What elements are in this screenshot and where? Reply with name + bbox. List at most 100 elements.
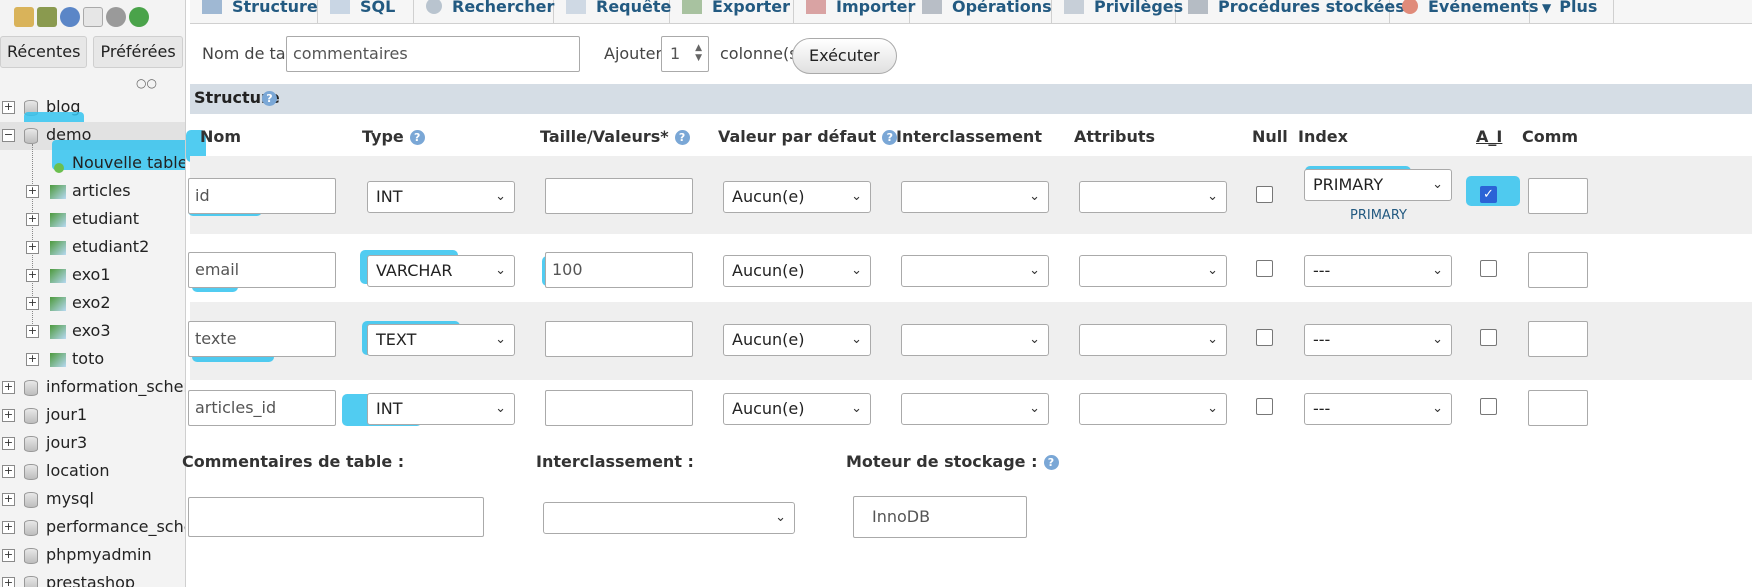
db-item-mysql[interactable]: + mysql: [0, 486, 185, 514]
reload-icon[interactable]: [129, 7, 149, 27]
recent-tab[interactable]: Récentes: [0, 36, 88, 68]
size-input[interactable]: [545, 321, 693, 357]
tab-routines[interactable]: Procédures stockées: [1176, 0, 1405, 24]
comments-input[interactable]: [1528, 178, 1588, 214]
expand-icon[interactable]: +: [26, 269, 39, 282]
table-label[interactable]: articles: [72, 181, 131, 200]
type-select[interactable]: VARCHAR ⌄: [367, 255, 515, 287]
table-item-exo2[interactable]: + exo2: [0, 290, 185, 318]
tab-more[interactable]: ▼ Plus: [1530, 0, 1614, 24]
column-name-input[interactable]: email: [188, 252, 336, 288]
help-icon[interactable]: ?: [262, 91, 277, 106]
tab-query[interactable]: Requête: [554, 0, 671, 24]
type-select[interactable]: INT ⌄: [367, 393, 515, 425]
tab-search[interactable]: Rechercher: [414, 0, 554, 24]
db-label[interactable]: mysql: [46, 489, 94, 508]
column-name-input[interactable]: texte: [188, 321, 336, 357]
new-table-item[interactable]: Nouvelle table: [0, 150, 185, 178]
docs-icon[interactable]: [83, 7, 103, 27]
db-label[interactable]: jour3: [46, 433, 87, 452]
db-label[interactable]: performance_schem: [46, 517, 185, 536]
expand-icon[interactable]: +: [2, 577, 15, 587]
null-checkbox[interactable]: [1256, 260, 1273, 277]
attributes-select[interactable]: ⌄: [1079, 393, 1227, 425]
table-label[interactable]: exo2: [72, 293, 111, 312]
ai-checkbox[interactable]: [1480, 260, 1497, 277]
expand-icon[interactable]: +: [2, 437, 15, 450]
tab-events[interactable]: Événements: [1390, 0, 1539, 24]
comments-input[interactable]: [1528, 321, 1588, 357]
expand-icon[interactable]: +: [2, 493, 15, 506]
help-icon[interactable]: [60, 7, 80, 27]
table-item-etudiant[interactable]: + etudiant: [0, 206, 185, 234]
expand-icon[interactable]: +: [26, 353, 39, 366]
favorites-tab[interactable]: Préférées: [93, 36, 183, 68]
expand-icon[interactable]: +: [26, 297, 39, 310]
attributes-select[interactable]: ⌄: [1079, 255, 1227, 287]
table-label[interactable]: etudiant: [72, 209, 139, 228]
ai-checkbox[interactable]: [1480, 329, 1497, 346]
expand-icon[interactable]: +: [2, 381, 15, 394]
spinner-icon[interactable]: ▲ ▼: [695, 43, 702, 63]
default-select[interactable]: Aucun(e) ⌄: [723, 393, 871, 425]
column-count-input[interactable]: 1 ▲ ▼: [661, 36, 709, 72]
index-select[interactable]: --- ⌄: [1304, 255, 1452, 287]
size-input[interactable]: [545, 178, 693, 214]
db-label[interactable]: jour1: [46, 405, 87, 424]
expand-icon[interactable]: +: [26, 213, 39, 226]
null-checkbox[interactable]: [1256, 398, 1273, 415]
new-table-label[interactable]: Nouvelle table: [72, 153, 185, 172]
db-label[interactable]: phpmyadmin: [46, 545, 152, 564]
comments-input[interactable]: [1528, 390, 1588, 426]
table-name-input[interactable]: commentaires: [286, 36, 580, 72]
expand-icon[interactable]: +: [2, 101, 15, 114]
logout-icon[interactable]: [37, 7, 57, 27]
ai-checkbox-checked[interactable]: ✓: [1480, 186, 1497, 203]
comments-input[interactable]: [1528, 252, 1588, 288]
size-input[interactable]: 100: [545, 252, 693, 288]
attributes-select[interactable]: ⌄: [1079, 324, 1227, 356]
collation-select[interactable]: ⌄: [901, 393, 1049, 425]
help-icon[interactable]: ?: [674, 130, 690, 145]
expand-icon[interactable]: +: [2, 409, 15, 422]
column-name-input[interactable]: id: [188, 178, 336, 214]
table-item-articles[interactable]: + articles: [0, 178, 185, 206]
execute-button[interactable]: Exécuter: [792, 38, 897, 74]
expand-icon[interactable]: +: [26, 325, 39, 338]
column-name-input[interactable]: articles_id: [188, 390, 336, 426]
expand-icon[interactable]: +: [26, 185, 39, 198]
table-item-toto[interactable]: + toto: [0, 346, 185, 374]
tab-privileges[interactable]: Privilèges: [1052, 0, 1183, 24]
tab-import[interactable]: Importer: [794, 0, 915, 24]
expand-icon[interactable]: +: [2, 465, 15, 478]
db-label[interactable]: prestashop: [46, 573, 135, 587]
db-item-phpmyadmin[interactable]: + phpmyadmin: [0, 542, 185, 570]
default-select[interactable]: Aucun(e) ⌄: [723, 181, 871, 213]
collation-select[interactable]: ⌄: [901, 181, 1049, 213]
size-input[interactable]: [545, 390, 693, 426]
db-item-prestashop[interactable]: + prestashop: [0, 570, 185, 587]
expand-icon[interactable]: +: [26, 241, 39, 254]
storage-engine-select[interactable]: InnoDB: [853, 496, 1027, 538]
collation-select[interactable]: ⌄: [901, 324, 1049, 356]
db-item-performance-schema[interactable]: + performance_schem: [0, 514, 185, 542]
db-item-location[interactable]: + location: [0, 458, 185, 486]
gear-icon[interactable]: [106, 7, 126, 27]
default-select[interactable]: Aucun(e) ⌄: [723, 255, 871, 287]
table-item-exo3[interactable]: + exo3: [0, 318, 185, 346]
table-comments-input[interactable]: [188, 497, 484, 537]
table-label[interactable]: etudiant2: [72, 237, 149, 256]
home-icon[interactable]: [14, 7, 34, 27]
tab-export[interactable]: Exporter: [670, 0, 794, 24]
help-icon[interactable]: ?: [1043, 455, 1059, 470]
index-select[interactable]: --- ⌄: [1304, 324, 1452, 356]
tab-operations[interactable]: Opérations: [910, 0, 1052, 24]
table-label[interactable]: exo3: [72, 321, 111, 340]
index-select[interactable]: PRIMARY ⌄: [1304, 169, 1452, 201]
table-collation-select[interactable]: ⌄: [543, 502, 795, 534]
tab-sql[interactable]: SQL: [318, 0, 414, 24]
table-label[interactable]: exo1: [72, 265, 111, 284]
db-item-information-schema[interactable]: + information_schem: [0, 374, 185, 402]
default-select[interactable]: Aucun(e) ⌄: [723, 324, 871, 356]
index-select[interactable]: --- ⌄: [1304, 393, 1452, 425]
